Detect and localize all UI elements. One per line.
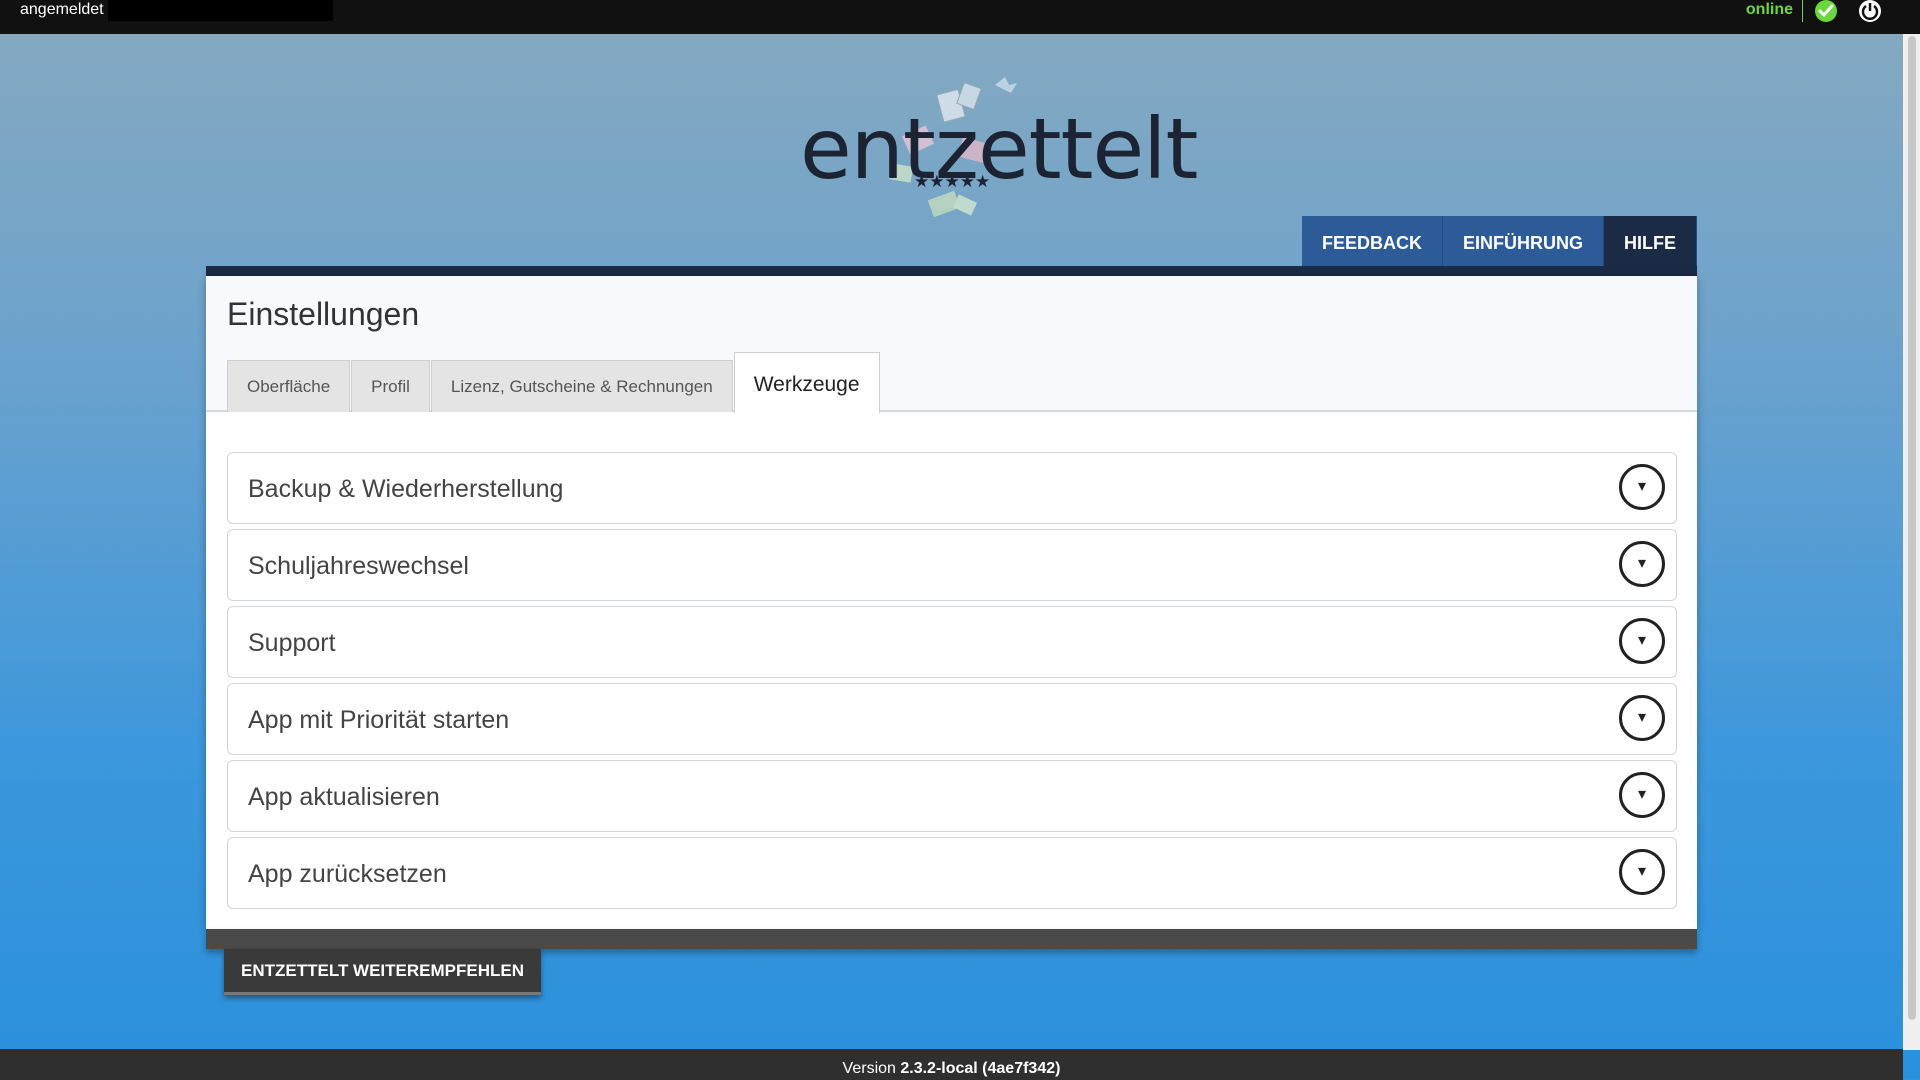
version-number: 2.3.2-local (4ae7f342): [900, 1060, 1061, 1077]
panel-schuljahreswechsel[interactable]: Schuljahreswechsel ▾: [227, 529, 1677, 601]
tools-accordion: Backup & Wiederherstellung ▾ Schuljahres…: [227, 452, 1677, 914]
chevron-down-icon[interactable]: ▾: [1619, 541, 1665, 587]
logo-wordmark: entzettelt: [800, 100, 1198, 198]
check-circle-icon: [1813, 0, 1839, 24]
panel-aktualisieren[interactable]: App aktualisieren ▾: [227, 760, 1677, 832]
panel-label: App mit Priorität starten: [248, 706, 510, 734]
chevron-down-icon[interactable]: ▾: [1619, 772, 1665, 818]
page-title: Einstellungen: [227, 296, 420, 332]
card-bottom-bar: [206, 929, 1697, 949]
top-bar: angemeldet online: [0, 0, 1920, 34]
panel-prioritaet[interactable]: App mit Priorität starten ▾: [227, 683, 1677, 755]
connection-status: online: [1745, 1, 1793, 18]
panel-label: App zurücksetzen: [248, 860, 447, 888]
chevron-down-icon[interactable]: ▾: [1619, 464, 1665, 510]
chevron-down-icon[interactable]: ▾: [1619, 618, 1665, 664]
scrollbar-thumb[interactable]: [1908, 36, 1916, 1020]
logo-stars: ★★★★★: [914, 172, 991, 191]
tab-lizenz[interactable]: Lizenz, Gutscheine & Rechnungen: [430, 360, 733, 412]
nav-hilfe[interactable]: HILFE: [1604, 216, 1698, 266]
main-nav: FEEDBACK EINFÜHRUNG HILFE: [1302, 216, 1698, 266]
status-divider: [1802, 0, 1803, 22]
card-top-border: [206, 266, 1697, 276]
panel-label: Support: [248, 629, 336, 657]
tab-profil[interactable]: Profil: [351, 360, 430, 412]
panel-zuruecksetzen[interactable]: App zurücksetzen ▾: [227, 837, 1677, 909]
tab-werkzeuge[interactable]: Werkzeuge: [733, 352, 880, 414]
recommend-button[interactable]: ENTZETTELT WEITEREMPFEHLEN: [224, 949, 541, 995]
redacted-username: [108, 0, 333, 21]
app-logo: entzettelt ★★★★★: [790, 70, 1198, 230]
nav-feedback[interactable]: FEEDBACK: [1302, 216, 1444, 266]
panel-support[interactable]: Support ▾: [227, 606, 1677, 678]
version-footer: Version 2.3.2-local (4ae7f342): [0, 1049, 1903, 1080]
panel-backup[interactable]: Backup & Wiederherstellung ▾: [227, 452, 1677, 524]
settings-header: Einstellungen Oberfläche Profil Lizenz, …: [206, 276, 1697, 414]
chevron-down-icon[interactable]: ▾: [1619, 695, 1665, 741]
settings-tabs: Oberfläche Profil Lizenz, Gutscheine & R…: [227, 350, 881, 414]
panel-label: Schuljahreswechsel: [248, 552, 469, 580]
power-icon[interactable]: [1857, 0, 1883, 24]
settings-card: Einstellungen Oberfläche Profil Lizenz, …: [206, 276, 1697, 929]
login-status: angemeldet: [20, 1, 104, 18]
version-prefix: Version: [842, 1060, 901, 1077]
chevron-down-icon[interactable]: ▾: [1619, 849, 1665, 895]
panel-label: App aktualisieren: [248, 783, 440, 811]
nav-einfuehrung[interactable]: EINFÜHRUNG: [1443, 216, 1605, 266]
panel-label: Backup & Wiederherstellung: [248, 475, 564, 503]
page-scrollbar[interactable]: [1903, 34, 1920, 1050]
tab-oberflaeche[interactable]: Oberfläche: [227, 360, 351, 412]
